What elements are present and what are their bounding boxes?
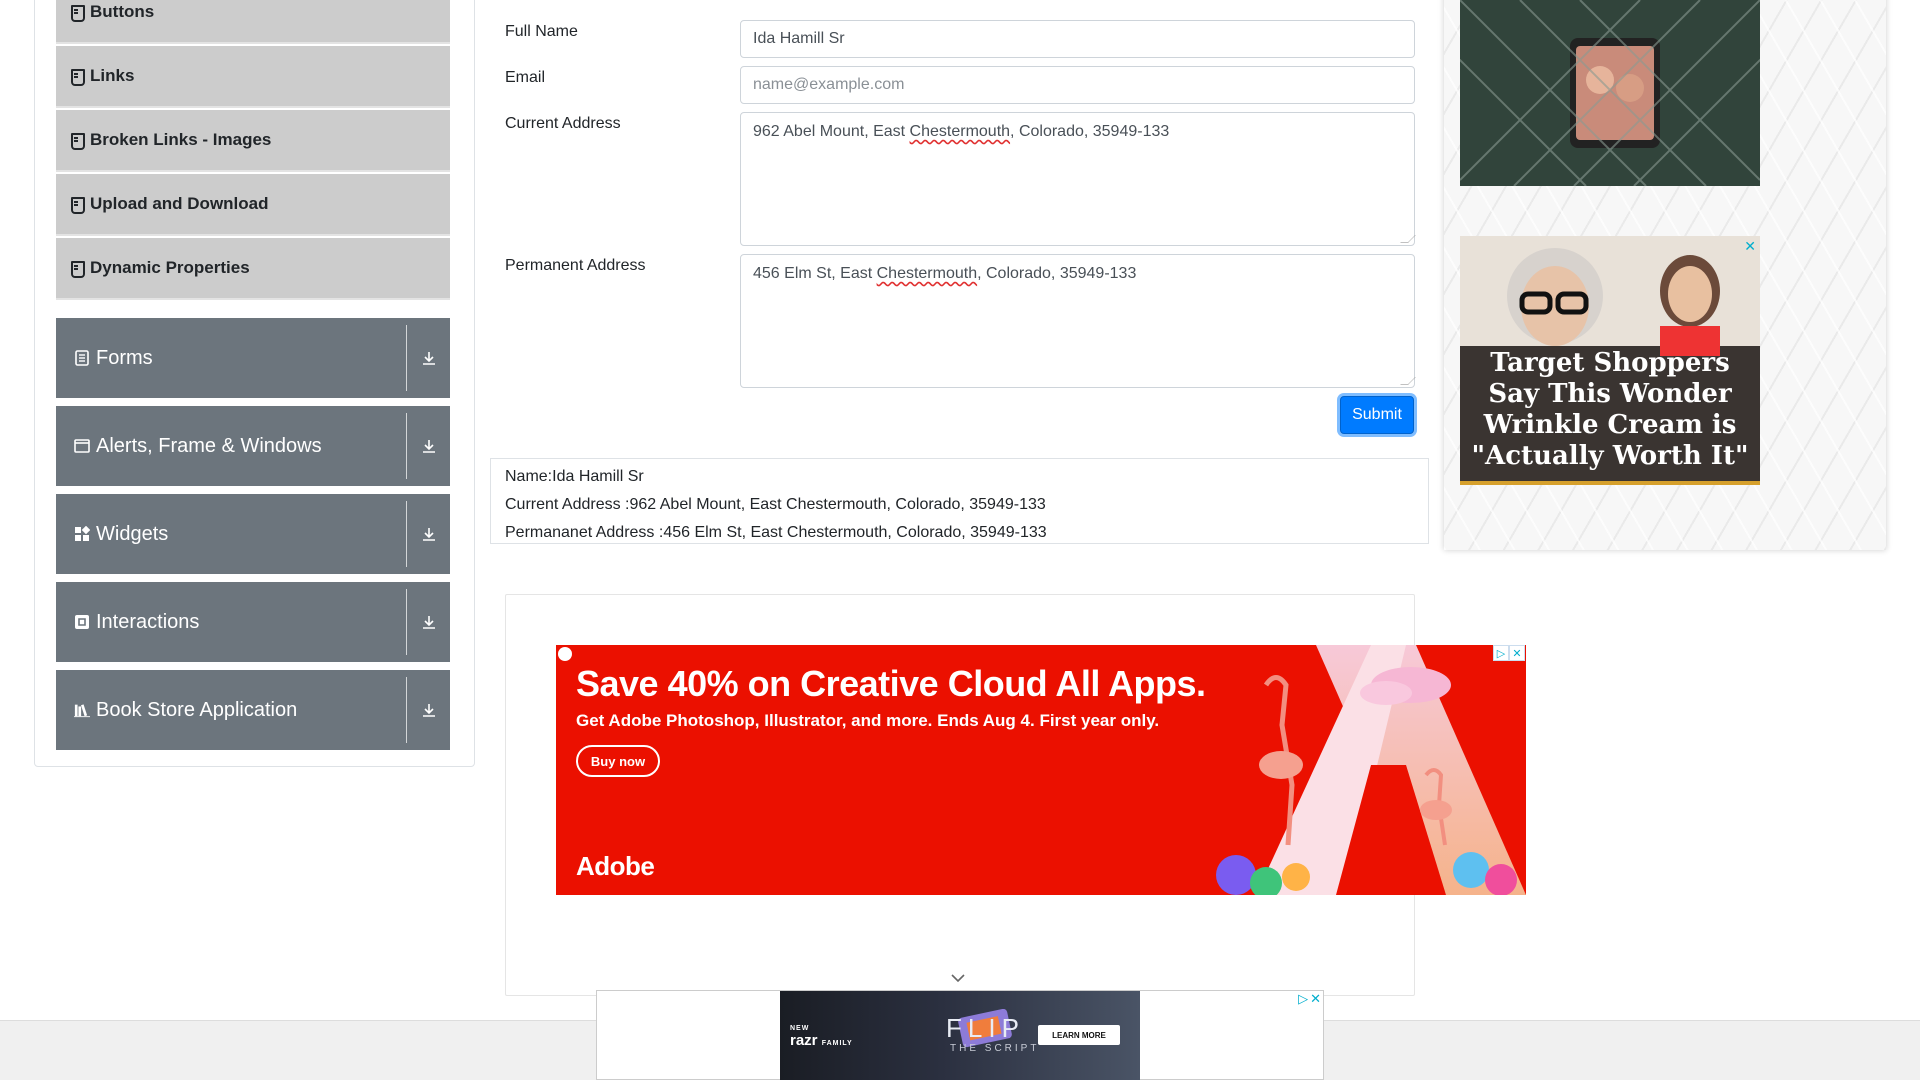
adobe-ad-banner[interactable]: Save 40% on Creative Cloud All Apps. Get… <box>556 645 1526 895</box>
razr-ad[interactable]: NEW razr FAMILY FLIP THE SCRIPT LEARN MO… <box>780 991 1140 1080</box>
current-address-label: Current Address <box>505 115 621 132</box>
output-current-address: Current Address :962 Abel Mount, East Ch… <box>505 496 1046 513</box>
close-icon[interactable]: ✕ <box>1744 238 1756 255</box>
submit-button[interactable]: Submit <box>1340 396 1414 434</box>
ad-choices[interactable]: ▷ ✕ <box>1493 645 1526 662</box>
divider <box>406 589 407 655</box>
video-ad[interactable] <box>1460 0 1760 186</box>
sidebar-item-links[interactable]: Links <box>56 46 450 108</box>
buy-now-button[interactable]: Buy now <box>576 745 660 777</box>
group-label: Widgets <box>96 522 169 545</box>
learn-more-button[interactable]: LEARN MORE <box>1038 1025 1120 1045</box>
razr-logo: NEW razr FAMILY <box>790 1025 853 1049</box>
divider <box>406 413 407 479</box>
sidebar-item-label: Broken Links - Images <box>90 130 272 149</box>
ad-info-icon[interactable]: ▷ <box>1298 991 1308 1007</box>
sidebar-item-label: Upload and Download <box>90 194 269 213</box>
output-name: Name:Ida Hamill Sr <box>505 468 644 485</box>
full-name-label: Full Name <box>505 23 578 40</box>
output-permanent-address: Permananet Address :456 Elm St, East Che… <box>505 524 1047 541</box>
permanent-address-value: 456 Elm St, East Chestermouth, Colorado,… <box>753 265 1137 282</box>
bottom-ad-banner[interactable]: NEW razr FAMILY FLIP THE SCRIPT LEARN MO… <box>596 990 1324 1080</box>
sidebar-item-label: Links <box>90 66 135 85</box>
book-icon <box>74 702 90 718</box>
sidebar-item-buttons[interactable]: Buttons <box>56 0 450 44</box>
ad-tagline: THE SCRIPT <box>950 1043 1040 1054</box>
form-icon <box>74 350 90 366</box>
email-placeholder: name@example.com <box>753 76 905 93</box>
expand-download-icon[interactable] <box>407 526 450 542</box>
sidebar-group-interactions[interactable]: Interactions <box>56 582 450 662</box>
sidebar-item-broken-links[interactable]: Broken Links - Images <box>56 110 450 172</box>
permanent-address-textarea[interactable]: 456 Elm St, East Chestermouth, Colorado,… <box>740 254 1416 388</box>
ad-headline: Save 40% on Creative Cloud All Apps. <box>576 663 1206 704</box>
interactions-icon <box>74 614 90 630</box>
full-name-input[interactable]: Ida Hamill Sr <box>740 20 1415 58</box>
sidebar-item-label: Dynamic Properties <box>90 258 250 277</box>
ad-subline: Get Adobe Photoshop, Illustrator, and mo… <box>576 711 1160 730</box>
widgets-icon <box>74 526 90 542</box>
adobe-logo-text: Adobe <box>576 851 655 881</box>
resize-handle[interactable] <box>1400 377 1416 385</box>
email-input[interactable]: name@example.com <box>740 66 1415 104</box>
chevron-down-icon[interactable] <box>950 970 966 986</box>
sidebar-item-label: Buttons <box>90 2 155 21</box>
permanent-address-label: Permanent Address <box>505 257 646 274</box>
ad-shield-icon <box>558 647 572 661</box>
current-address-textarea[interactable]: 962 Abel Mount, East Chestermouth, Color… <box>740 112 1416 246</box>
video-thumbnail <box>1460 0 1760 186</box>
email-label: Email <box>505 69 546 86</box>
html-icon <box>70 261 85 278</box>
group-label: Interactions <box>96 610 200 633</box>
expand-download-icon[interactable] <box>407 614 450 630</box>
full-name-value: Ida Hamill Sr <box>753 30 845 47</box>
sidebar-group-book-store[interactable]: Book Store Application <box>56 670 450 750</box>
ad-choices[interactable]: ▷ ✕ <box>1298 991 1321 1007</box>
window-icon <box>74 438 90 454</box>
sidebar-item-dynamic-properties[interactable]: Dynamic Properties <box>56 238 450 300</box>
sidebar-group-widgets[interactable]: Widgets <box>56 494 450 574</box>
group-label: Book Store Application <box>96 698 298 721</box>
html-icon <box>70 5 85 22</box>
close-icon[interactable]: ✕ <box>1509 645 1525 661</box>
target-ad[interactable]: Target Shoppers Say This Wonder Wrinkle … <box>1460 236 1760 485</box>
current-address-value: 962 Abel Mount, East Chestermouth, Color… <box>753 123 1170 140</box>
sidebar-group-alerts[interactable]: Alerts, Frame & Windows <box>56 406 450 486</box>
divider <box>406 325 407 391</box>
close-icon[interactable]: ✕ <box>1310 991 1321 1007</box>
expand-download-icon[interactable] <box>407 438 450 454</box>
expand-download-icon[interactable] <box>407 350 450 366</box>
output-panel: Name:Ida Hamill Sr Current Address :962 … <box>490 458 1429 544</box>
group-label: Alerts, Frame & Windows <box>96 434 322 457</box>
divider <box>406 677 407 743</box>
ad-info-icon[interactable]: ▷ <box>1493 645 1509 661</box>
ad-artwork <box>1216 645 1526 895</box>
ad-headline: FLIP <box>946 1013 1025 1043</box>
divider <box>406 501 407 567</box>
html-icon <box>70 197 85 214</box>
expand-download-icon[interactable] <box>407 702 450 718</box>
resize-handle[interactable] <box>1400 235 1416 243</box>
group-label: Forms <box>96 346 153 369</box>
sidebar-group-forms[interactable]: Forms <box>56 318 450 398</box>
html-icon <box>70 133 85 150</box>
sidebar-item-upload-download[interactable]: Upload and Download <box>56 174 450 236</box>
ad-text: Target Shoppers Say This Wonder Wrinkle … <box>1471 348 1749 471</box>
html-icon <box>70 69 85 86</box>
